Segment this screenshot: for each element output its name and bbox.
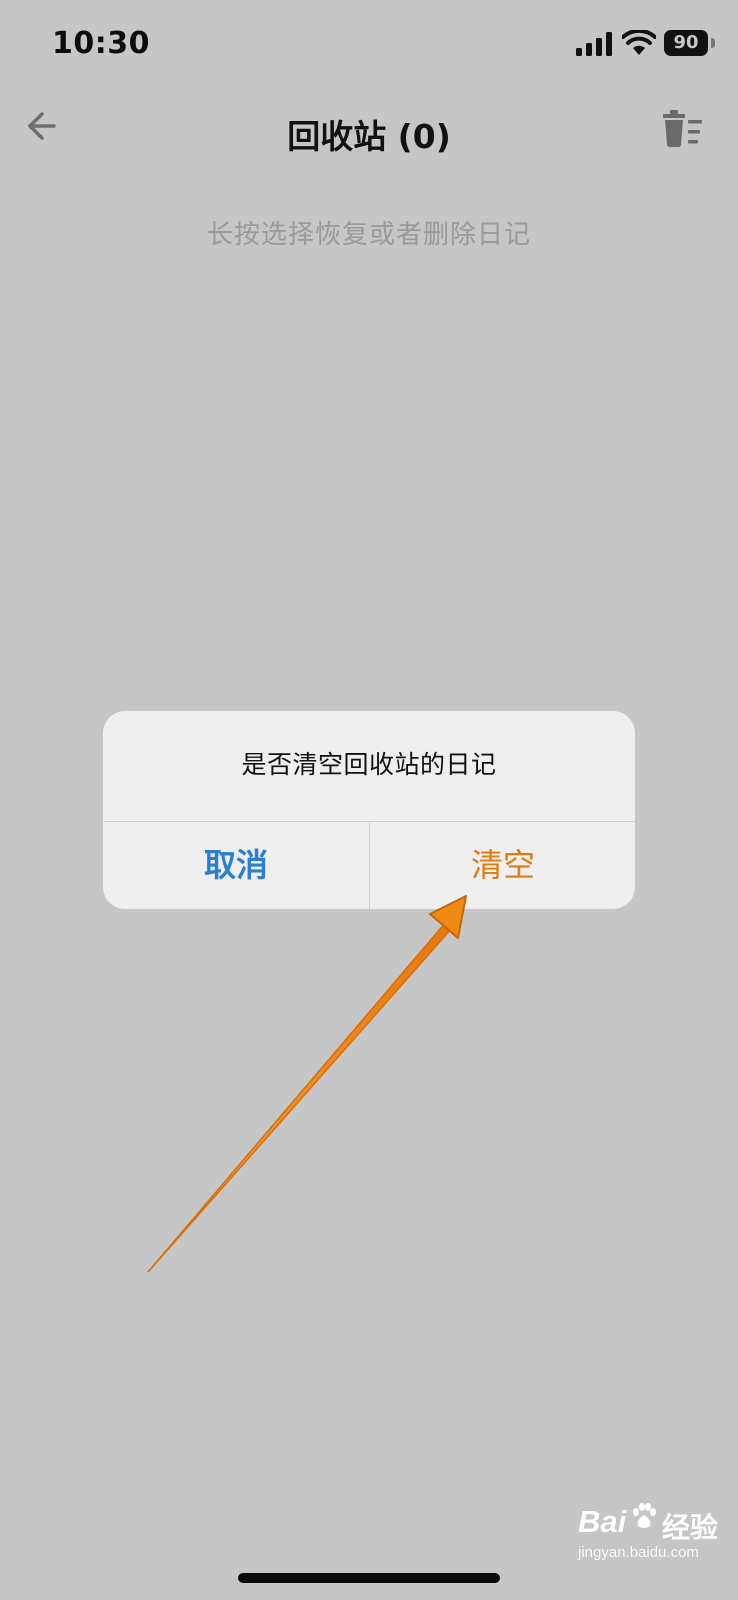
confirm-dialog: 是否清空回收站的日记 取消 清空 (103, 711, 635, 909)
battery-icon: 90 (664, 30, 716, 56)
nav-bar: 回收站 (0) (0, 92, 738, 172)
cancel-button[interactable]: 取消 (103, 822, 369, 909)
dialog-message: 是否清空回收站的日记 (241, 750, 497, 779)
status-bar: 10:30 90 (0, 0, 738, 92)
wifi-icon (622, 30, 656, 55)
signal-icon (576, 32, 612, 56)
home-indicator (238, 1573, 500, 1583)
watermark-brand: Bai (578, 1504, 627, 1539)
battery-level: 90 (664, 30, 708, 56)
page-title: 回收站 (0) (287, 117, 451, 156)
paw-icon (633, 1503, 656, 1528)
trash-list-icon[interactable] (660, 106, 706, 152)
clear-button[interactable]: 清空 (370, 822, 635, 909)
watermark-sub: 经验 (662, 1511, 719, 1544)
empty-hint: 长按选择恢复或者删除日记 (206, 220, 531, 250)
status-time: 10:30 (52, 26, 150, 61)
watermark-url: jingyan.baidu.com (578, 1544, 699, 1561)
battery-tip (711, 38, 715, 48)
baidu-watermark: Bai 经验 jingyan.baidu.com (578, 1496, 728, 1570)
